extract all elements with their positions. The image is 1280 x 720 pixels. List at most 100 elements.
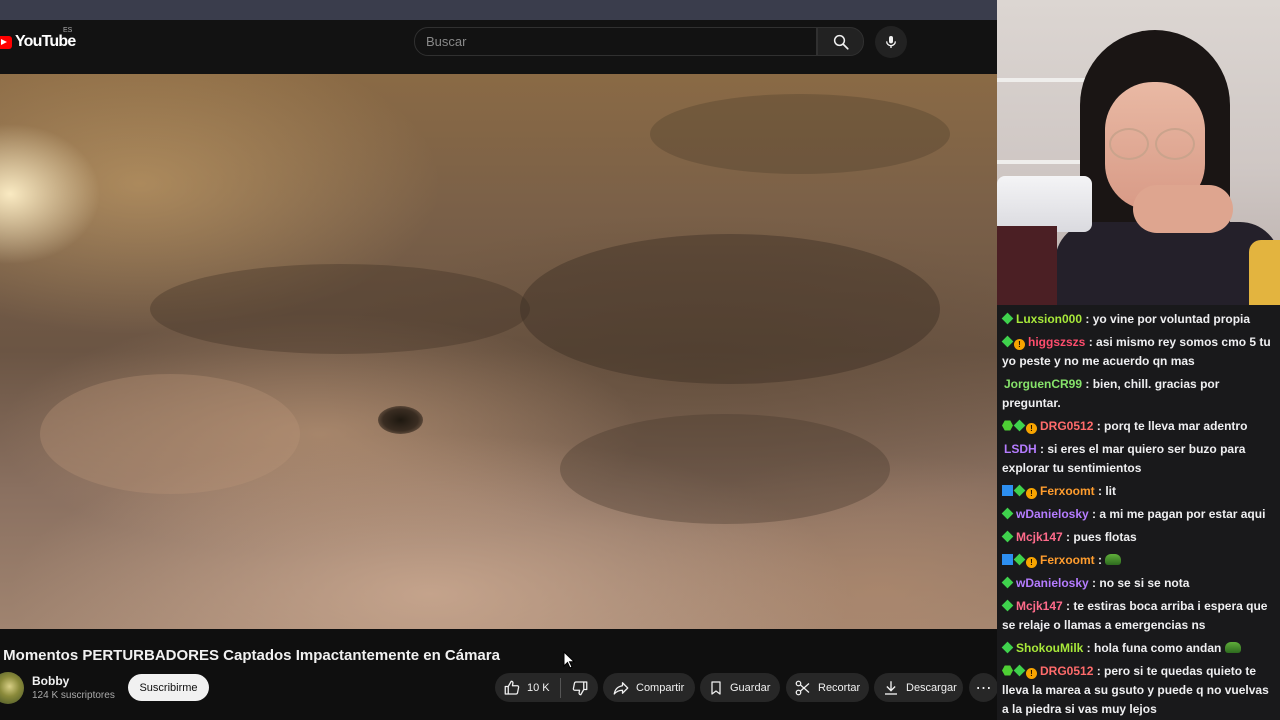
download-button[interactable]: Descargar [874, 673, 963, 702]
download-label: Descargar [906, 681, 957, 694]
thumbs-down-icon [572, 680, 588, 695]
chat-username[interactable]: Ferxoomt [1040, 484, 1095, 498]
circle-badge-icon[interactable]: ! [1026, 488, 1037, 499]
chat-username[interactable]: Mcjk147 [1016, 599, 1063, 613]
country-code: ES [63, 27, 73, 34]
like-button[interactable]: 10 K [503, 679, 550, 697]
chat-username[interactable]: wDanielosky [1016, 507, 1089, 521]
chat-text: : lit [1094, 484, 1117, 498]
diamond-badge-icon[interactable] [1001, 335, 1014, 348]
chat-message: JorguenCR99 : bien, chill. gracias por p… [1002, 373, 1277, 415]
diamond-badge-icon[interactable] [1001, 576, 1014, 589]
glasses-left-lens [1109, 128, 1149, 160]
divider [559, 677, 561, 698]
clip-button[interactable]: Recortar [786, 673, 869, 702]
webcam-feed [997, 0, 1280, 305]
chat-username[interactable]: Luxsion000 [1016, 312, 1082, 326]
youtube-logo-text: YouTube [15, 33, 76, 50]
dislike-button[interactable] [571, 679, 589, 697]
chat-message: Mcjk147 : te estiras boca arriba i esper… [1001, 595, 1277, 637]
diamond-badge-icon[interactable] [1001, 641, 1014, 654]
diamond-badge-icon[interactable] [1001, 599, 1014, 612]
mouse-cursor-icon [563, 651, 575, 669]
chat-message: ! higgszszs : asi mismo rey somos cmo 5 t… [1001, 331, 1277, 373]
diamond-badge-icon[interactable] [1013, 484, 1026, 497]
save-button[interactable]: Guardar [700, 673, 780, 702]
emote-icon [1105, 554, 1122, 565]
search-button[interactable] [817, 27, 864, 56]
chat-username[interactable]: Ferxoomt [1040, 553, 1095, 567]
circle-badge-icon[interactable]: ! [1026, 557, 1037, 568]
hex-badge-icon[interactable] [1002, 420, 1013, 431]
diamond-badge-icon[interactable] [1001, 312, 1014, 325]
browser-strip [0, 0, 997, 20]
share-icon [613, 681, 629, 695]
hex-badge-icon[interactable] [1002, 665, 1013, 676]
circle-badge-icon[interactable]: ! [1014, 339, 1025, 350]
chat-text: : a mi me pagan por estar aqui [1088, 507, 1266, 521]
chat-panel: Luxsion000 : yo vine por voluntad propia… [997, 305, 1280, 720]
like-dislike-group: 10 K [495, 673, 598, 702]
streamer-hand [1133, 185, 1233, 233]
diamond-badge-icon[interactable] [1013, 419, 1026, 432]
chat-message: wDanielosky : a mi me pagan por estar aq… [1001, 503, 1277, 526]
chat-message: ShokouMilk : hola funa como andan [1001, 637, 1277, 660]
youtube-play-icon [0, 35, 12, 49]
chat-username[interactable]: DRG0512 [1040, 664, 1093, 678]
diamond-badge-icon[interactable] [1001, 507, 1014, 520]
youtube-page: YouTube ES Buscar › Momentos PERTURBADOR… [0, 0, 997, 720]
square-badge-icon[interactable] [1002, 485, 1013, 496]
chat-username[interactable]: higgszszs [1028, 335, 1085, 349]
diamond-badge-icon[interactable] [1001, 530, 1014, 543]
chat-username[interactable]: ShokouMilk [1016, 641, 1083, 655]
thumbs-up-icon [504, 680, 520, 695]
chat-username[interactable]: JorguenCR99 [1004, 377, 1082, 391]
chat-message: ! Ferxoomt : lit [1002, 480, 1277, 503]
circle-badge-icon[interactable]: ! [1026, 423, 1037, 434]
video-title: › Momentos PERTURBADORES Captados Impact… [3, 647, 500, 664]
chat-text: : pues flotas [1062, 530, 1137, 544]
like-count: 10 K [527, 681, 550, 694]
chat-message: ! Ferxoomt : [1002, 549, 1277, 572]
red-chair-back [997, 226, 1057, 305]
diamond-badge-icon[interactable] [1013, 664, 1026, 677]
subscriber-count: 124 K suscriptores [32, 690, 115, 701]
youtube-masthead: YouTube ES Buscar [0, 20, 997, 74]
chat-message: Luxsion000 : yo vine por voluntad propia [1001, 308, 1277, 331]
chat-text: : yo vine por voluntad propia [1082, 312, 1251, 326]
chat-message: Mcjk147 : pues flotas [1001, 526, 1277, 549]
subscribe-button[interactable]: Suscribirme [128, 674, 209, 701]
chat-message: ! DRG0512 : pero si te quedas quieto te l… [1002, 660, 1277, 720]
share-button[interactable]: Compartir [603, 673, 695, 702]
chat-message: wDanielosky : no se si se nota [1001, 572, 1277, 595]
chat-text: : no se si se nota [1088, 576, 1190, 590]
square-badge-icon[interactable] [1002, 554, 1013, 565]
search-input[interactable]: Buscar [414, 27, 817, 56]
more-actions-button[interactable]: ⋯ [969, 673, 997, 702]
diamond-badge-icon[interactable] [1013, 553, 1026, 566]
clip-label: Recortar [818, 681, 861, 694]
channel-name[interactable]: Bobby [32, 674, 69, 688]
chat-username[interactable]: DRG0512 [1040, 419, 1093, 433]
chat-username[interactable]: Mcjk147 [1016, 530, 1063, 544]
swimmer-in-water [378, 406, 423, 434]
emote-icon [1224, 642, 1241, 653]
video-player[interactable] [0, 74, 997, 629]
youtube-logo[interactable]: YouTube ES [0, 27, 76, 51]
chat-text: : [1094, 553, 1106, 567]
circle-badge-icon[interactable]: ! [1026, 668, 1037, 679]
yellow-pillow [1249, 240, 1280, 305]
microphone-icon [886, 36, 896, 48]
chat-username[interactable]: wDanielosky [1016, 576, 1089, 590]
save-label: Guardar [730, 681, 771, 694]
chat-username[interactable]: LSDH [1004, 442, 1037, 456]
chat-message: LSDH : si eres el mar quiero ser buzo pa… [1002, 438, 1277, 480]
chat-text: : porq te lleva mar adentro [1093, 419, 1248, 433]
channel-avatar[interactable] [0, 672, 24, 704]
screen: YouTube ES Buscar › Momentos PERTURBADOR… [0, 0, 1280, 720]
chat-text: : hola funa como andan [1083, 641, 1225, 655]
voice-search-button[interactable] [875, 26, 907, 58]
microphone [997, 176, 1092, 232]
glasses-right-lens [1155, 128, 1195, 160]
chat-text: : si eres el mar quiero ser buzo para ex… [1002, 442, 1246, 475]
